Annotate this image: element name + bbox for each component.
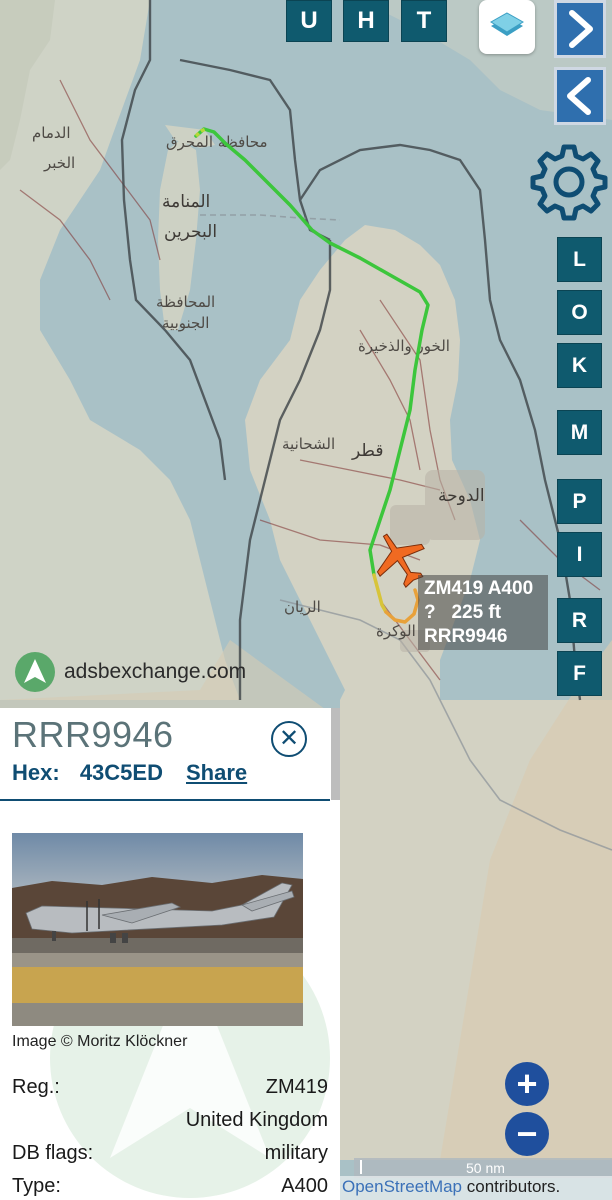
aircraft-photo-image xyxy=(12,833,303,1026)
image-credit: Image © Moritz Klöckner xyxy=(12,1033,188,1050)
adsb-site-name: adsbexchange.com xyxy=(64,660,247,683)
plus-icon: + xyxy=(516,1063,538,1104)
db-flags-value: military xyxy=(264,1142,328,1164)
side-l-button[interactable]: L xyxy=(557,237,602,282)
close-panel-button[interactable]: ✕ xyxy=(271,721,307,757)
type-label: Type: xyxy=(12,1175,61,1197)
attribution-text: contributors. xyxy=(462,1177,561,1196)
zoom-in-button[interactable]: + xyxy=(505,1062,549,1106)
db-flags-label: DB flags: xyxy=(12,1142,94,1164)
toolbar-u-button[interactable]: U xyxy=(286,0,332,42)
chevron-left-icon xyxy=(567,77,591,115)
close-icon: ✕ xyxy=(278,725,300,752)
toolbar-h-button[interactable]: H xyxy=(343,0,389,42)
layers-icon xyxy=(490,12,524,36)
next-panel-button[interactable] xyxy=(554,0,606,58)
aircraft-reg-type: ZM419 A400 xyxy=(424,578,534,599)
reg-label: Reg.: xyxy=(12,1076,60,1098)
hex-row: Hex: 43C5ED xyxy=(12,760,163,786)
minus-icon: − xyxy=(516,1113,538,1154)
previous-panel-button[interactable] xyxy=(554,67,606,125)
country-value: United Kingdom xyxy=(185,1109,328,1131)
side-r-button[interactable]: R xyxy=(557,598,602,643)
adsb-logo-icon xyxy=(15,652,55,692)
panel-scrollbar[interactable] xyxy=(331,708,340,800)
map-scale-bar: 50 nm xyxy=(354,1158,612,1178)
side-f-button[interactable]: F xyxy=(557,651,602,696)
aircraft-altitude: ? 225 ft xyxy=(424,602,502,623)
adsbexchange-logo: adsbexchange.com xyxy=(14,651,246,693)
aircraft-photo[interactable] xyxy=(12,833,303,1026)
scale-tick xyxy=(360,1160,362,1174)
side-o-button[interactable]: O xyxy=(557,290,602,335)
share-link[interactable]: Share xyxy=(186,760,247,786)
settings-gear-icon[interactable] xyxy=(528,141,610,223)
side-m-button[interactable]: M xyxy=(557,410,602,455)
side-p-button[interactable]: P xyxy=(557,479,602,524)
panel-divider xyxy=(0,799,330,801)
map-attribution: OpenStreetMap contributors. xyxy=(340,1176,612,1200)
zoom-out-button[interactable]: − xyxy=(505,1112,549,1156)
type-value: A400 xyxy=(281,1175,328,1197)
toolbar-t-button[interactable]: T xyxy=(401,0,447,42)
reg-value: ZM419 xyxy=(265,1076,328,1098)
panel-callsign: RRR9946 xyxy=(12,714,174,755)
aircraft-callsign: RRR9946 xyxy=(424,626,508,647)
scale-label: 50 nm xyxy=(466,1160,505,1176)
side-i-button[interactable]: I xyxy=(557,532,602,577)
map-layers-button[interactable] xyxy=(479,0,535,54)
side-k-button[interactable]: K xyxy=(557,343,602,388)
osm-link[interactable]: OpenStreetMap xyxy=(342,1177,462,1196)
hex-value: 43C5ED xyxy=(79,760,163,785)
aircraft-label[interactable]: ZM419 A400 ? 225 ft RRR9946 xyxy=(418,575,548,650)
chevron-right-icon xyxy=(569,10,593,48)
hex-label: Hex: xyxy=(12,760,60,785)
